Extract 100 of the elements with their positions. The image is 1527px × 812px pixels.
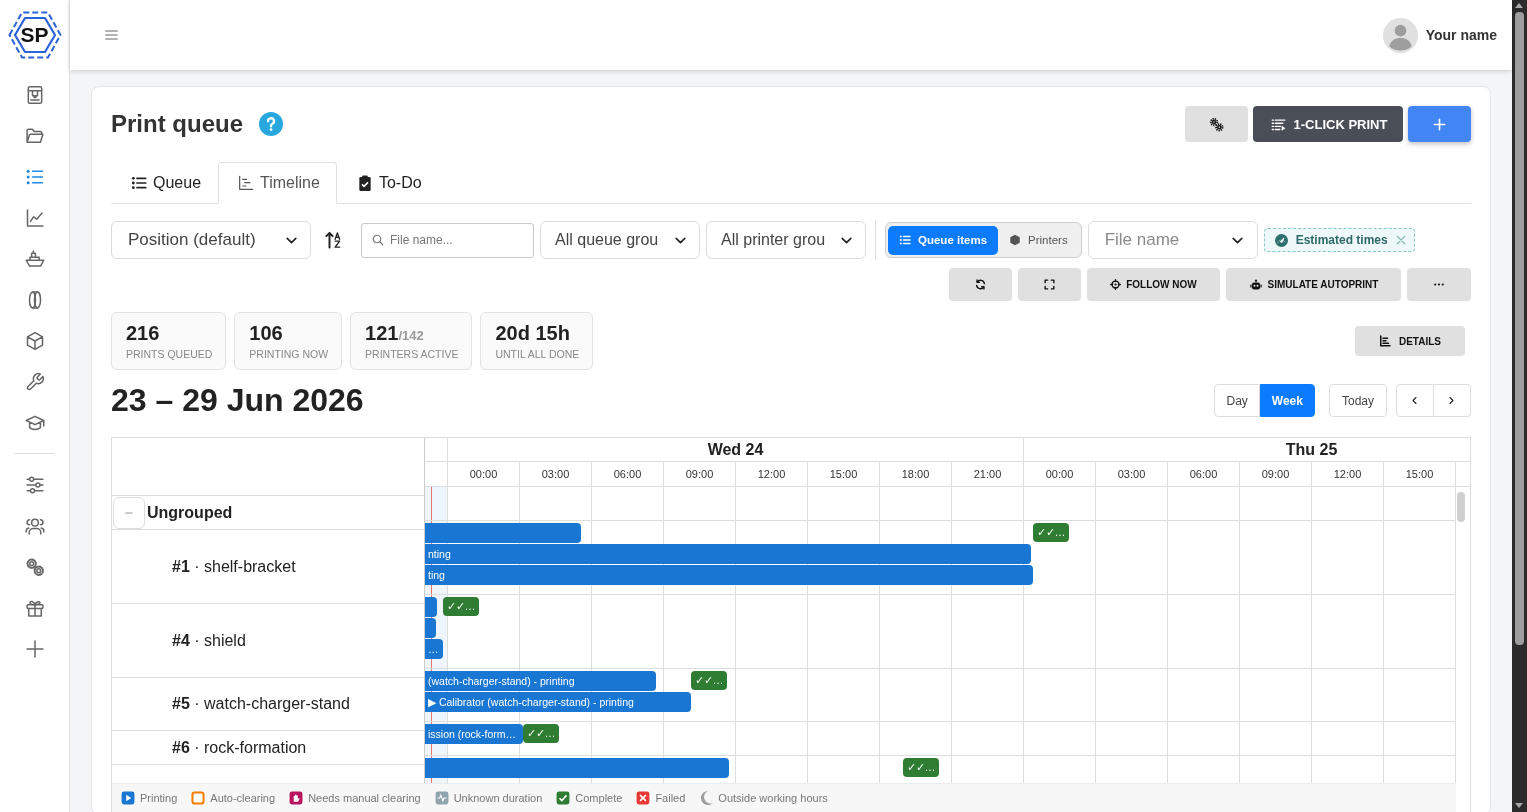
plus-icon: [1433, 117, 1446, 131]
hour-label: 00:00: [1045, 468, 1074, 480]
cube-icon: [1009, 234, 1022, 246]
hour-label: 03:00: [1117, 468, 1146, 480]
stat-label: PRINTERS ACTIVE: [365, 348, 459, 360]
print-bar[interactable]: …: [425, 639, 443, 659]
hour-label: 12:00: [757, 468, 786, 480]
refresh-button[interactable]: [949, 268, 1012, 301]
minus-icon: [125, 511, 133, 514]
legend-label: Failed: [655, 792, 686, 804]
tab[interactable]: Timeline: [218, 162, 337, 204]
cube-icon[interactable]: [24, 330, 45, 351]
group-label: Ungrouped: [147, 503, 233, 522]
row-label: #5 · watch-charger-stand: [172, 695, 350, 713]
crosshair-icon: [1110, 279, 1122, 290]
avatar-icon[interactable]: [1382, 17, 1418, 53]
sort-icon[interactable]: [325, 231, 343, 249]
stat-value: 216: [126, 321, 160, 345]
status-chip[interactable]: ✓✓…: [443, 597, 479, 616]
hour-label: 15:00: [829, 468, 858, 480]
hour-label: 03:00: [541, 468, 570, 480]
gears-icon[interactable]: [24, 556, 45, 577]
robot-icon: [1248, 278, 1263, 291]
timeline-icon: [238, 175, 255, 191]
hour-label: 18:00: [901, 468, 930, 480]
hour-label: 12:00: [1333, 468, 1362, 480]
row-label: #4 · shield: [172, 631, 246, 650]
expand-icon: [1044, 279, 1055, 290]
print-bar[interactable]: [425, 597, 437, 617]
legend-label: Complete: [575, 792, 623, 804]
plus-icon[interactable]: [24, 638, 45, 659]
tab[interactable]: Queue: [111, 162, 219, 204]
print-bar[interactable]: ting: [425, 565, 1033, 585]
legend-label: Printing: [140, 792, 178, 804]
user-name[interactable]: Your name: [1425, 27, 1497, 43]
status-chip[interactable]: ✓✓…: [903, 758, 939, 777]
fullscreen-button[interactable]: [1018, 268, 1081, 301]
today-button[interactable]: Today: [1328, 384, 1387, 417]
day-heading: Thu 25: [1285, 440, 1338, 459]
print-bar[interactable]: (watch-charger-stand) - printing: [425, 671, 656, 691]
row-label: #6 · rock-formation: [172, 738, 307, 757]
scrollbar-thumb[interactable]: [1457, 492, 1465, 522]
hour-label: 06:00: [1189, 468, 1218, 480]
hour-label: 06:00: [613, 468, 642, 480]
filter-tag-label: Estimated times: [1295, 233, 1388, 247]
one-click-print-button[interactable]: 1-CLICK PRINT: [1253, 106, 1403, 142]
segment-button[interactable]: Queue items: [888, 225, 999, 255]
stat-value: 121: [365, 321, 399, 345]
stat-value: 106: [249, 321, 283, 345]
legend-label: Unknown duration: [453, 792, 543, 804]
page-title: Print queue: [111, 110, 243, 138]
search-icon: [372, 234, 384, 246]
legend-label: Needs manual clearing: [308, 792, 421, 804]
refresh-icon: [975, 279, 986, 290]
clipboard-check-icon: [356, 175, 373, 191]
stat-total: /142: [398, 328, 424, 343]
gauge-icon: [1274, 233, 1288, 247]
scale-button[interactable]: Week: [1259, 384, 1315, 417]
hour-label: 21:00: [973, 468, 1002, 480]
print-bar[interactable]: [425, 618, 436, 638]
details-button[interactable]: DETAILS: [1355, 326, 1465, 356]
legend-label: Outside working hours: [718, 792, 828, 804]
follow-now-button[interactable]: FOLLOW NOW: [1087, 268, 1220, 301]
chevron-left-icon: [1410, 396, 1420, 405]
sort-dropdown[interactable]: Position (default): [111, 221, 311, 259]
chart-list-icon: [1378, 335, 1391, 347]
close-icon[interactable]: [1395, 235, 1406, 245]
settings-button[interactable]: [1185, 106, 1248, 142]
file-name-dropdown[interactable]: File name: [1087, 221, 1258, 259]
wrench-icon[interactable]: [24, 371, 45, 392]
stat-value: 20d 15h: [495, 321, 570, 345]
queue-group-dropdown[interactable]: All queue grou: [540, 221, 700, 259]
chevron-right-icon: [1447, 396, 1457, 405]
hour-label: 09:00: [1261, 468, 1290, 480]
help-icon[interactable]: [259, 112, 283, 136]
segment-button[interactable]: Printers: [998, 225, 1079, 255]
menu-icon[interactable]: [103, 28, 120, 42]
sliders-icon[interactable]: [24, 474, 45, 495]
more-icon: [1434, 283, 1444, 286]
line-chart-icon[interactable]: [24, 207, 45, 228]
print-bar[interactable]: ission (rock-form…: [425, 724, 523, 744]
printer-group-dropdown[interactable]: All printer grou: [706, 221, 866, 259]
search-field[interactable]: File name...: [361, 222, 534, 258]
day-heading: Wed 24: [707, 440, 764, 459]
row-label: #1 · shelf-bracket: [172, 557, 296, 576]
boat-icon[interactable]: [24, 248, 45, 269]
status-chip[interactable]: ✓✓…: [691, 671, 727, 690]
hour-label: 00:00: [469, 468, 498, 480]
stat-label: UNTIL ALL DONE: [495, 348, 580, 360]
print-bar[interactable]: nting: [425, 544, 1031, 564]
status-chip[interactable]: ✓✓…: [1033, 523, 1069, 542]
stat-label: PRINTS QUEUED: [126, 348, 213, 360]
simulate-autoprint-button[interactable]: SIMULATE AUTOPRINT: [1226, 268, 1401, 301]
status-chip[interactable]: ✓✓…: [523, 724, 559, 743]
print-bar[interactable]: ▶ Calibrator (watch-charger-stand) - printing: [425, 692, 691, 712]
scale-button[interactable]: Day: [1214, 384, 1260, 417]
hour-label: 09:00: [685, 468, 714, 480]
tab[interactable]: To-Do: [336, 162, 439, 204]
list-icon: [899, 234, 911, 246]
list-icon: [131, 175, 147, 191]
